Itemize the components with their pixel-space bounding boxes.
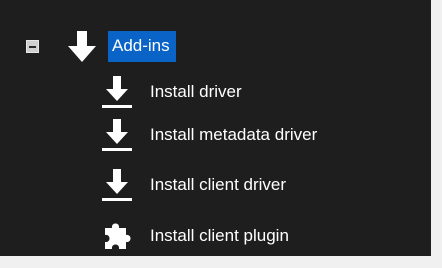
install-arrow-icon: [102, 169, 132, 201]
puzzle-piece-icon: [105, 223, 131, 249]
tree-item-install-metadata-driver[interactable]: Install metadata driver: [100, 115, 317, 155]
tree-item-install-client-plugin[interactable]: Install client plugin: [100, 216, 289, 256]
install-arrow-icon: [102, 119, 132, 151]
tree-item-install-driver[interactable]: Install driver: [100, 72, 242, 112]
collapse-toggle-icon[interactable]: [26, 39, 39, 53]
install-arrow-icon: [102, 76, 132, 108]
tree-item-install-client-driver[interactable]: Install client driver: [100, 165, 286, 205]
clipped-tree-row: [108, 0, 228, 5]
tree-panel: Add-ins Install driver Install metadata …: [0, 0, 431, 256]
download-arrow-icon: [68, 31, 96, 62]
tree-node-label[interactable]: Add-ins: [108, 30, 176, 62]
tree-node-add-ins[interactable]: Add-ins: [26, 26, 176, 66]
tree-item-label: Install driver: [150, 82, 242, 101]
tree-item-label: Install metadata driver: [150, 125, 318, 144]
tree-item-label: Install client driver: [150, 175, 287, 194]
tree-item-label: Install client plugin: [150, 226, 289, 245]
